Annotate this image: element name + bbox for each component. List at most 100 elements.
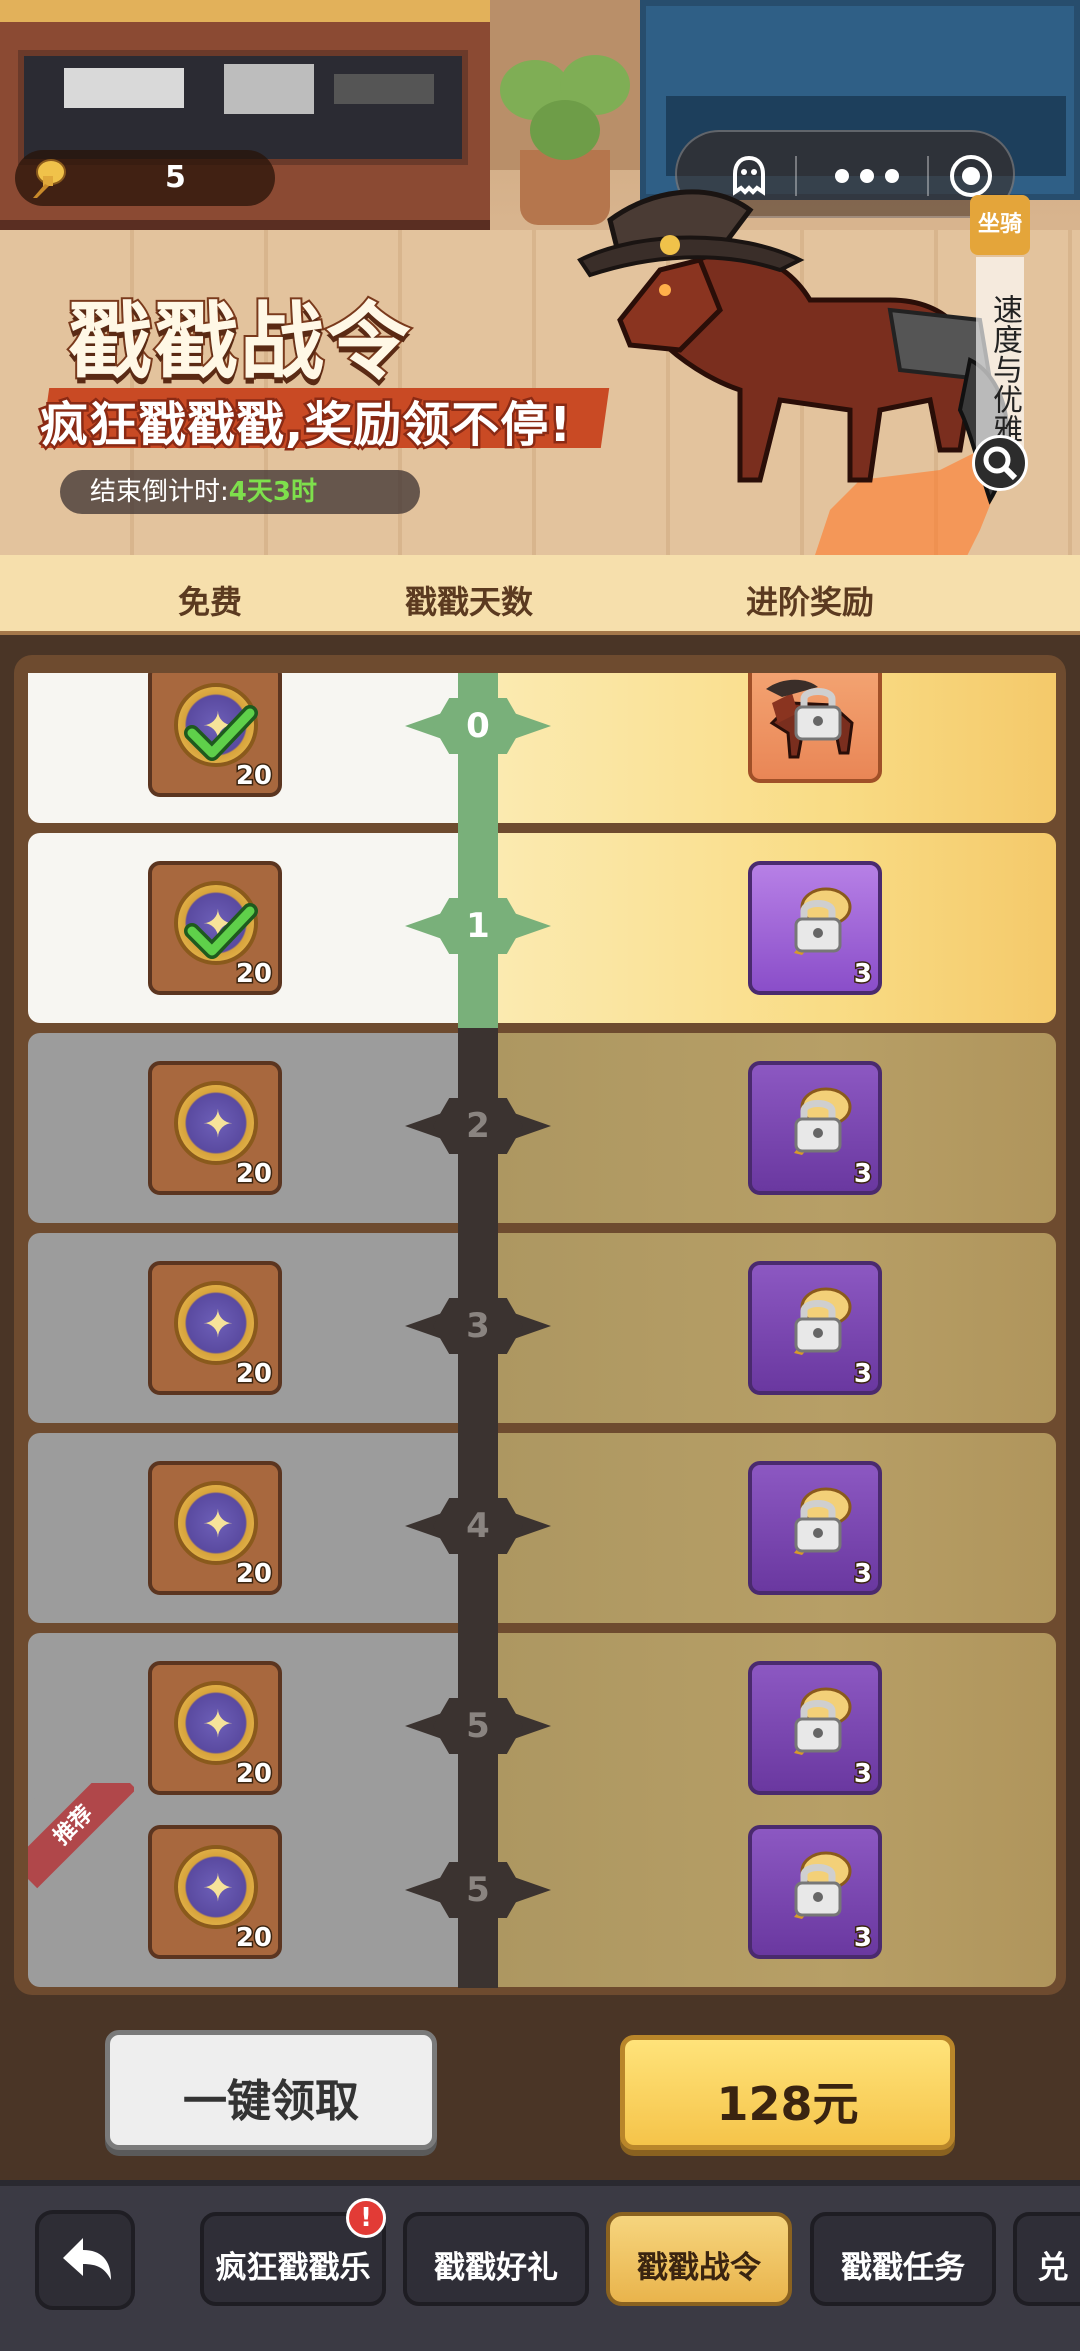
- advanced-reward-cell[interactable]: 3: [498, 1633, 1056, 1823]
- compass-coin-item[interactable]: ✦ 20: [148, 861, 282, 995]
- compass-coin-icon: ✦: [174, 1081, 258, 1165]
- compass-coin-item[interactable]: ✦ 20: [148, 1825, 282, 1959]
- compass-coin-item[interactable]: ✦ 20: [148, 1061, 282, 1195]
- item-quantity: 20: [234, 1158, 273, 1191]
- lock-icon: [794, 1500, 842, 1553]
- tab-poke-gifts[interactable]: 戳戳好礼: [403, 2212, 589, 2306]
- reward-row: ✦ 20: [28, 673, 1056, 823]
- bottom-tab-bar: 疯狂戳戳乐 ! 戳戳好礼 戳戳战令 戳戳任务 兑: [0, 2180, 1080, 2351]
- item-quantity: 3: [852, 1158, 873, 1191]
- column-days: 戳戳天数: [405, 583, 534, 621]
- alert-badge: !: [346, 2198, 386, 2238]
- item-quantity: 3: [852, 958, 873, 991]
- tab-poke-tasks[interactable]: 戳戳任务: [810, 2212, 996, 2306]
- gold-pin-item[interactable]: 3: [748, 1461, 882, 1595]
- gold-pin-item[interactable]: 3: [748, 1061, 882, 1195]
- column-advanced: 进阶奖励: [746, 583, 875, 621]
- tab-label: 疯狂戳戳乐: [215, 2250, 371, 2286]
- mount-badge[interactable]: 坐骑 速度与优雅: [970, 195, 1030, 495]
- tab-label: 戳戳好礼: [434, 2250, 558, 2286]
- event-banner: 5 戳戳战令 疯狂戳戳戳,奖励领不停! 结束倒计时:4天3时 坐骑 速度与优雅: [0, 0, 1080, 555]
- lock-icon: [794, 1864, 842, 1917]
- day-number: 5: [466, 1706, 490, 1746]
- item-quantity: 20: [234, 1922, 273, 1955]
- item-quantity: 3: [852, 1358, 873, 1391]
- buy-pass-button[interactable]: 128元: [620, 2035, 955, 2150]
- item-quantity: 3: [852, 1558, 873, 1591]
- back-arrow-icon: [63, 2238, 111, 2280]
- compass-coin-item[interactable]: ✦ 20: [148, 1261, 282, 1395]
- day-number: 3: [466, 1306, 490, 1346]
- advanced-reward-cell[interactable]: 3: [498, 1433, 1056, 1623]
- mount-tag: 坐骑: [970, 195, 1030, 255]
- day-node: 0: [405, 698, 551, 754]
- pushpin-icon: [33, 159, 66, 198]
- lock-icon: [794, 1700, 842, 1753]
- countdown: 结束倒计时:4天3时: [60, 470, 420, 514]
- advanced-reward-cell[interactable]: 3: [498, 1033, 1056, 1223]
- buy-pass-price: 128元: [716, 2077, 859, 2131]
- compass-coin-item[interactable]: ✦ 20: [148, 1661, 282, 1795]
- tab-label: 戳戳战令: [637, 2250, 761, 2286]
- gold-pin-item[interactable]: 3: [748, 1661, 882, 1795]
- day-node: 4: [405, 1498, 551, 1554]
- lock-icon: [794, 1100, 842, 1153]
- pin-count: 5: [165, 160, 186, 195]
- countdown-value: 4天3时: [228, 477, 317, 507]
- day-number: 4: [466, 1506, 490, 1546]
- compass-coin-item[interactable]: ✦ 20: [148, 1461, 282, 1595]
- lock-icon: [794, 900, 842, 953]
- day-node: 2: [405, 1098, 551, 1154]
- item-quantity: 20: [234, 760, 273, 793]
- gold-pin-item[interactable]: 3: [748, 1825, 882, 1959]
- lock-icon: [794, 1300, 842, 1353]
- day-node: 1: [405, 898, 551, 954]
- lock-icon: [794, 688, 842, 741]
- tab-exchange[interactable]: 兑: [1013, 2212, 1080, 2306]
- tab-label: 兑: [1037, 2250, 1069, 2286]
- reward-list: ✦ 20 0 ✦ 20 3 1 ✦ 20 3 2 ✦ 20 3 3 ✦ 20 3…: [28, 673, 1056, 1988]
- gold-pin-item[interactable]: 3: [748, 861, 882, 995]
- item-quantity: 3: [852, 1922, 873, 1955]
- advanced-reward-cell[interactable]: 3: [498, 833, 1056, 1023]
- tab-battle-pass[interactable]: 戳戳战令: [606, 2212, 792, 2306]
- advanced-reward-cell[interactable]: 3: [498, 1797, 1056, 1987]
- free-reward-cell[interactable]: ✦ 20: [28, 1433, 458, 1623]
- item-quantity: 20: [234, 1758, 273, 1791]
- day-number: 2: [466, 1106, 490, 1146]
- day-node: 5: [405, 1862, 551, 1918]
- compass-coin-icon: ✦: [174, 1281, 258, 1365]
- advanced-reward-cell[interactable]: [498, 673, 1056, 823]
- page-title: 戳戳战令: [66, 291, 413, 393]
- advanced-reward-cell[interactable]: 3: [498, 1233, 1056, 1423]
- item-quantity: 20: [234, 1558, 273, 1591]
- gold-pin-item[interactable]: 3: [748, 1261, 882, 1395]
- day-number: 1: [466, 906, 490, 946]
- item-quantity: 3: [852, 1758, 873, 1791]
- item-quantity: 20: [234, 958, 273, 991]
- claim-all-button[interactable]: 一键领取: [105, 2030, 437, 2150]
- free-reward-cell[interactable]: ✦ 20: [28, 1033, 458, 1223]
- back-button[interactable]: [35, 2210, 135, 2310]
- day-node: 3: [405, 1298, 551, 1354]
- pin-counter: 5: [15, 150, 275, 206]
- free-reward-cell[interactable]: ✦ 20: [28, 1233, 458, 1423]
- claim-all-label: 一键领取: [183, 2076, 359, 2127]
- free-reward-cell[interactable]: ✦ 20: [28, 833, 458, 1023]
- compass-coin-item[interactable]: ✦ 20: [148, 673, 282, 797]
- magnifier-icon[interactable]: [972, 435, 1028, 491]
- day-node: 5: [405, 1698, 551, 1754]
- item-quantity: 20: [234, 1358, 273, 1391]
- compass-coin-icon: ✦: [174, 1681, 258, 1765]
- countdown-label: 结束倒计时:: [90, 477, 229, 507]
- horse-mount-item[interactable]: [748, 673, 882, 783]
- column-free: 免费: [178, 583, 243, 621]
- reward-column-header: 免费 戳戳天数 进阶奖励: [0, 555, 1080, 635]
- compass-coin-icon: ✦: [174, 1845, 258, 1929]
- recommended-label: 推荐: [28, 1783, 134, 1889]
- page-subtitle: 疯狂戳戳戳,奖励领不停!: [37, 395, 573, 456]
- day-number: 0: [466, 706, 490, 746]
- tab-crazy-poke[interactable]: 疯狂戳戳乐 !: [200, 2198, 386, 2306]
- day-number: 5: [466, 1870, 490, 1910]
- free-reward-cell[interactable]: ✦ 20: [28, 673, 458, 823]
